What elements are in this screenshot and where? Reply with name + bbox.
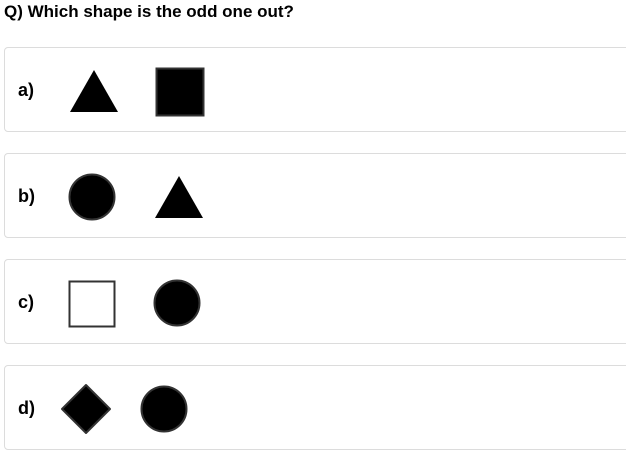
triangle-icon xyxy=(155,176,203,218)
option-label: d) xyxy=(18,398,35,418)
option-b[interactable]: b) xyxy=(4,153,626,238)
diamond-icon xyxy=(61,384,111,434)
option-a[interactable]: a) xyxy=(4,47,626,132)
quiz-page: Q) Which shape is the odd one out? a) b)… xyxy=(0,0,626,457)
circle-icon xyxy=(68,173,116,221)
option-c[interactable]: c) xyxy=(4,259,626,344)
option-label: b) xyxy=(18,186,35,206)
square-icon xyxy=(155,67,205,117)
option-d[interactable]: d) xyxy=(4,365,626,450)
question-text: Q) Which shape is the odd one out? xyxy=(4,2,294,21)
circle-icon xyxy=(140,385,188,433)
option-label: c) xyxy=(18,292,35,312)
option-label: a) xyxy=(18,80,35,100)
square-outline-icon xyxy=(68,280,116,328)
triangle-icon xyxy=(70,70,118,112)
circle-icon xyxy=(153,279,201,327)
